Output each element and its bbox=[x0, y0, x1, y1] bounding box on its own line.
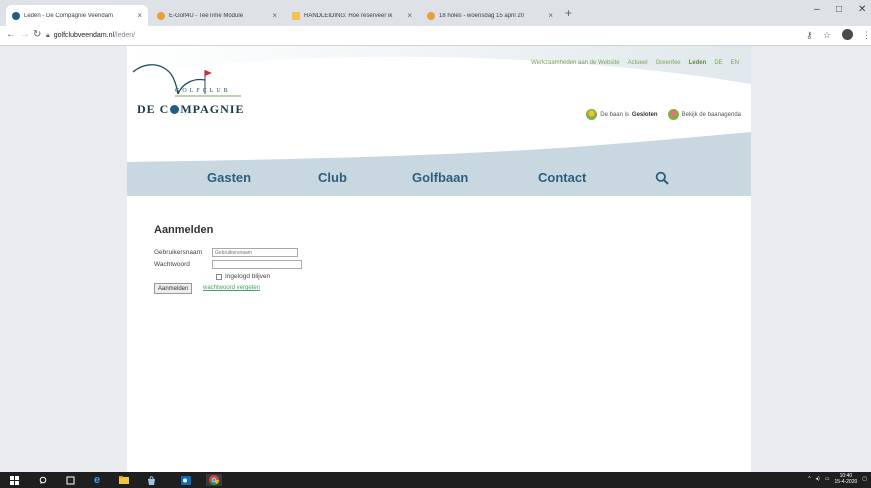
course-agenda-link[interactable]: Bekijk de baanagenda bbox=[667, 109, 741, 120]
password-label: Wachtwoord bbox=[154, 261, 190, 268]
notifications-icon[interactable]: ▢ bbox=[862, 476, 867, 482]
network-icon[interactable]: ▭ bbox=[825, 476, 830, 482]
star-icon[interactable]: ☆ bbox=[823, 30, 831, 41]
course-status-bar: De baan is Gesloten Bekijk de baanagenda bbox=[586, 109, 741, 120]
new-tab-button[interactable]: + bbox=[565, 6, 572, 20]
close-tab-icon[interactable]: × bbox=[137, 11, 142, 20]
topnav-greenfee-link[interactable]: Greenfee bbox=[656, 60, 681, 66]
url-path: /leden/ bbox=[114, 32, 136, 39]
address-bar[interactable]: 🔒︎ golfclubveendam.nl/leden/ bbox=[46, 28, 786, 43]
outlook-icon[interactable] bbox=[180, 474, 192, 486]
nav-contact[interactable]: Contact bbox=[538, 170, 586, 185]
file-explorer-icon[interactable] bbox=[118, 474, 130, 486]
profile-icon[interactable] bbox=[842, 29, 853, 40]
username-label: Gebruikersnaam bbox=[154, 249, 203, 256]
close-tab-icon[interactable]: × bbox=[548, 11, 553, 20]
browser-tab-handleiding[interactable]: HANDLEIDING: Hoe reserveer ik × bbox=[286, 5, 418, 26]
topnav-de-link[interactable]: DE bbox=[714, 60, 722, 66]
browser-toolbar: ← → ↻ 🔒︎ golfclubveendam.nl/leden/ ⚷ ☆ ⋮ bbox=[0, 26, 871, 46]
menu-icon[interactable]: ⋮ bbox=[862, 30, 871, 41]
clock[interactable]: 10:40 15-4-2020 bbox=[834, 473, 857, 485]
golfclub-favicon-icon bbox=[12, 11, 20, 20]
browser-tab-leden[interactable]: Leden - De Compagnie Veendam × bbox=[6, 5, 148, 26]
remember-me-label: Ingelogd blijven bbox=[225, 273, 271, 280]
back-icon[interactable]: ← bbox=[6, 29, 16, 40]
windows-taskbar: e ^ ◂) ▭ 10:40 15-4-2020 ▢ bbox=[0, 472, 871, 488]
forgot-password-link[interactable]: wachtwoord vergeten bbox=[203, 285, 260, 291]
browser-tab-strip: Leden - De Compagnie Veendam × E-Golf4U … bbox=[0, 0, 871, 26]
nav-gasten[interactable]: Gasten bbox=[207, 170, 251, 185]
lock-icon: 🔒︎ bbox=[46, 31, 50, 39]
url-host: golfclubveendam.nl bbox=[53, 32, 115, 39]
tab-title: Leden - De Compagnie Veendam bbox=[24, 12, 114, 19]
system-tray: ^ ◂) ▭ 10:40 15-4-2020 ▢ bbox=[808, 473, 867, 485]
edge-icon[interactable]: e bbox=[91, 474, 103, 486]
browser-viewport: GOLFCLUB DE C MPAGNIE Werkzaamheden aan d… bbox=[0, 46, 871, 472]
key-icon[interactable]: ⚷ bbox=[806, 30, 813, 41]
egolf4u-favicon-icon bbox=[427, 11, 435, 20]
show-hidden-icons-icon[interactable]: ^ bbox=[808, 476, 810, 482]
close-window-icon[interactable]: ✕ bbox=[858, 4, 866, 15]
course-status[interactable]: De baan is Gesloten bbox=[586, 109, 658, 120]
login-section: Aanmelden Gebruikersnaam Wachtwoord Inge… bbox=[154, 224, 302, 294]
tab-title: HANDLEIDING: Hoe reserveer ik bbox=[304, 12, 393, 19]
volume-icon[interactable]: ◂) bbox=[816, 476, 820, 482]
nav-golfbaan[interactable]: Golfbaan bbox=[412, 170, 468, 185]
login-button[interactable]: Aanmelden bbox=[154, 283, 193, 294]
reload-icon[interactable]: ↻ bbox=[33, 29, 41, 40]
topnav-werkzaamheden-link[interactable]: Werkzaamheden aan de Website bbox=[531, 60, 620, 66]
topnav-leden-link[interactable]: Leden bbox=[689, 60, 707, 66]
tab-title: 18 holes - woensdag 15 april 20 bbox=[439, 12, 525, 19]
main-navigation: Gasten Club Golfbaan Contact bbox=[127, 162, 751, 196]
minimize-icon[interactable]: – bbox=[814, 4, 820, 15]
search-icon[interactable] bbox=[655, 171, 669, 185]
logo-ball-icon bbox=[170, 105, 180, 114]
course-state: Gesloten bbox=[631, 111, 658, 118]
browser-tab-18holes[interactable]: 18 holes - woensdag 15 april 20 × bbox=[421, 5, 559, 26]
egolf4u-favicon-icon bbox=[157, 11, 165, 20]
task-view-icon[interactable] bbox=[64, 474, 76, 486]
top-navigation: Werkzaamheden aan de Website Actueel Gre… bbox=[531, 60, 739, 66]
login-title: Aanmelden bbox=[154, 224, 214, 236]
document-favicon-icon bbox=[292, 11, 300, 20]
logo-name: DE C MPAGNIE bbox=[137, 102, 245, 116]
maximize-icon[interactable]: □ bbox=[836, 4, 842, 15]
username-input[interactable] bbox=[212, 248, 298, 257]
nav-club[interactable]: Club bbox=[318, 170, 347, 185]
golf-course-icon bbox=[586, 109, 598, 120]
close-tab-icon[interactable]: × bbox=[272, 11, 277, 20]
windows-start-icon[interactable] bbox=[8, 474, 20, 486]
store-icon[interactable] bbox=[145, 474, 157, 486]
close-tab-icon[interactable]: × bbox=[407, 11, 412, 20]
remember-me-checkbox[interactable] bbox=[216, 274, 222, 280]
topnav-en-link[interactable]: EN bbox=[731, 60, 739, 66]
website-page: GOLFCLUB DE C MPAGNIE Werkzaamheden aan d… bbox=[127, 46, 751, 472]
logo-golfclub-text: GOLFCLUB bbox=[175, 88, 231, 94]
chrome-icon[interactable] bbox=[206, 474, 222, 486]
forward-icon[interactable]: → bbox=[20, 29, 30, 40]
tab-title: E-Golf4U - TeeTime Module bbox=[169, 12, 244, 19]
browser-tab-egolf4u[interactable]: E-Golf4U - TeeTime Module × bbox=[151, 5, 283, 26]
search-icon[interactable] bbox=[37, 474, 49, 486]
calendar-icon bbox=[667, 109, 679, 120]
password-input[interactable] bbox=[212, 260, 302, 269]
topnav-actueel-link[interactable]: Actueel bbox=[628, 60, 648, 66]
